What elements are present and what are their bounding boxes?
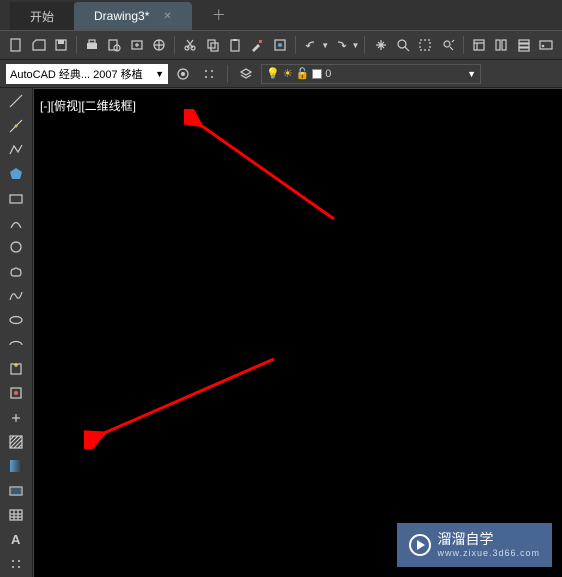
paste-icon[interactable] bbox=[225, 34, 245, 56]
tab-label: Drawing3* bbox=[94, 9, 149, 23]
close-icon[interactable]: ✕ bbox=[163, 11, 171, 22]
block-editor-icon[interactable] bbox=[270, 34, 290, 56]
secondary-toolbar: AutoCAD 经典... 2007 移植 ▼ 💡 ☀ 🔓 0 ▼ bbox=[0, 60, 562, 88]
lock-icon: 🔓 bbox=[296, 67, 310, 80]
table-icon[interactable] bbox=[6, 506, 26, 524]
publish-icon[interactable] bbox=[127, 34, 147, 56]
play-icon bbox=[409, 534, 431, 556]
workspace-grip-icon[interactable] bbox=[198, 63, 220, 85]
draw-toolbar: A bbox=[0, 88, 33, 577]
sheet-set-icon[interactable] bbox=[491, 34, 511, 56]
copy-icon[interactable] bbox=[203, 34, 223, 56]
spline-icon[interactable] bbox=[6, 287, 26, 305]
bulb-icon: 💡 bbox=[266, 67, 280, 80]
new-file-icon[interactable] bbox=[6, 34, 26, 56]
document-tabs: 开始 Drawing3* ✕ ＋ bbox=[0, 0, 562, 30]
zoom-previous-icon[interactable] bbox=[437, 34, 457, 56]
chevron-down-icon: ▼ bbox=[155, 69, 164, 79]
redo-icon[interactable] bbox=[331, 34, 351, 56]
svg-text:A: A bbox=[11, 532, 21, 547]
workspace-label: AutoCAD 经典... 2007 移植 bbox=[10, 66, 143, 82]
annotation-arrow-2 bbox=[84, 349, 284, 449]
drawing-canvas[interactable]: [-][俯视][二维线框] bbox=[33, 88, 562, 577]
ellipse-arc-icon[interactable] bbox=[6, 335, 26, 353]
tab-label: 开始 bbox=[30, 8, 54, 25]
annotation-arrow-1 bbox=[184, 109, 354, 229]
chevron-down-icon: ▼ bbox=[467, 69, 476, 79]
print-preview-icon[interactable] bbox=[104, 34, 124, 56]
watermark: 溜溜自学 www.zixue.3d66.com bbox=[397, 523, 552, 567]
layer-selector[interactable]: 💡 ☀ 🔓 0 ▼ bbox=[261, 64, 481, 84]
revision-cloud-icon[interactable] bbox=[6, 262, 26, 280]
tab-drawing[interactable]: Drawing3* ✕ bbox=[74, 2, 192, 30]
open-file-icon[interactable] bbox=[28, 34, 48, 56]
print-icon[interactable] bbox=[82, 34, 102, 56]
workspace-settings-icon[interactable] bbox=[172, 63, 194, 85]
hatch-icon[interactable] bbox=[6, 433, 26, 451]
workspace-selector[interactable]: AutoCAD 经典... 2007 移植 ▼ bbox=[6, 64, 168, 84]
match-props-icon[interactable] bbox=[247, 34, 267, 56]
properties-icon[interactable] bbox=[469, 34, 489, 56]
polyline-icon[interactable] bbox=[6, 141, 26, 159]
undo-dropdown[interactable]: ▼ bbox=[321, 41, 329, 50]
ellipse-icon[interactable] bbox=[6, 311, 26, 329]
text-icon[interactable]: A bbox=[6, 530, 26, 548]
gradient-icon[interactable] bbox=[6, 457, 26, 475]
sun-icon: ☀ bbox=[283, 67, 293, 80]
point-icon[interactable] bbox=[6, 408, 26, 426]
3d-print-icon[interactable] bbox=[149, 34, 169, 56]
construction-line-icon[interactable] bbox=[6, 116, 26, 134]
separator bbox=[227, 65, 228, 83]
rectangle-icon[interactable] bbox=[6, 189, 26, 207]
redo-dropdown[interactable]: ▼ bbox=[352, 41, 360, 50]
separator bbox=[463, 36, 464, 54]
watermark-title: 溜溜自学 bbox=[437, 531, 540, 548]
make-block-icon[interactable] bbox=[6, 384, 26, 402]
viewport-label[interactable]: [-][俯视][二维线框] bbox=[40, 97, 136, 114]
tab-start[interactable]: 开始 bbox=[10, 2, 74, 30]
tool-palettes-icon[interactable] bbox=[513, 34, 533, 56]
insert-block-icon[interactable] bbox=[6, 360, 26, 378]
layer-properties-icon[interactable] bbox=[235, 63, 257, 85]
separator bbox=[174, 36, 175, 54]
separator bbox=[76, 36, 77, 54]
layer-name: 0 bbox=[325, 68, 331, 80]
add-selected-icon[interactable] bbox=[6, 555, 26, 573]
line-icon[interactable] bbox=[6, 92, 26, 110]
separator bbox=[364, 36, 365, 54]
content-area: A [-][俯视][二维线框] bbox=[0, 88, 562, 577]
watermark-url: www.zixue.3d66.com bbox=[437, 548, 540, 559]
zoom-realtime-icon[interactable] bbox=[393, 34, 413, 56]
region-icon[interactable] bbox=[6, 482, 26, 500]
layer-color-icon bbox=[312, 69, 322, 79]
cut-icon[interactable] bbox=[180, 34, 200, 56]
undo-icon[interactable] bbox=[301, 34, 321, 56]
main-toolbar: ▼ ▼ bbox=[0, 30, 562, 60]
separator bbox=[295, 36, 296, 54]
command-line-icon[interactable] bbox=[536, 34, 556, 56]
zoom-window-icon[interactable] bbox=[415, 34, 435, 56]
pan-icon[interactable] bbox=[370, 34, 390, 56]
plus-icon: ＋ bbox=[212, 7, 226, 23]
polygon-icon[interactable] bbox=[6, 165, 26, 183]
arc-icon[interactable] bbox=[6, 214, 26, 232]
new-tab-button[interactable]: ＋ bbox=[202, 1, 236, 29]
save-icon[interactable] bbox=[51, 34, 71, 56]
circle-icon[interactable] bbox=[6, 238, 26, 256]
